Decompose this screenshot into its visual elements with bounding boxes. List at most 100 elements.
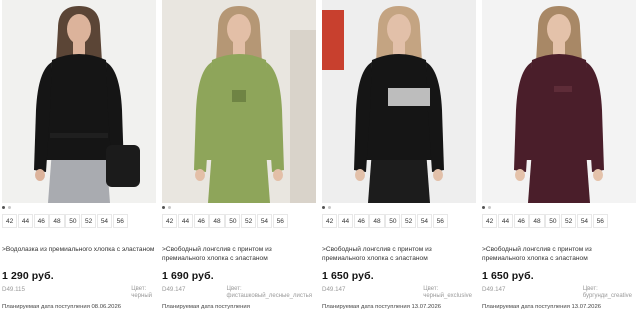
model-shirt: [526, 54, 592, 160]
product-title[interactable]: >Свободный лонгслив с принтом из премиал…: [162, 245, 316, 263]
size-option[interactable]: 54: [576, 214, 593, 228]
size-option[interactable]: 54: [256, 214, 273, 228]
shirt-print: [232, 90, 246, 102]
carousel-dot[interactable]: [488, 206, 491, 209]
size-option[interactable]: 42: [2, 214, 18, 228]
product-photo[interactable]: [2, 0, 156, 203]
size-option[interactable]: 46: [33, 214, 49, 228]
color-value: бургунди_creative: [582, 293, 632, 299]
arrival-date: Планируемая дата поступления: [162, 304, 250, 310]
carousel-dot[interactable]: [162, 206, 165, 209]
color-label: Цвет:: [582, 286, 598, 292]
model-photo-svg: [162, 0, 316, 203]
size-option[interactable]: 48: [369, 214, 385, 228]
product-meta: D49.147 Цвет: черный_exclusive: [322, 286, 476, 300]
shirt-print: [388, 88, 430, 106]
size-option[interactable]: 44: [177, 214, 194, 228]
size-option[interactable]: 42: [162, 214, 178, 228]
size-option[interactable]: 52: [400, 214, 417, 228]
product-color: Цвет: бургунди_creative: [583, 286, 632, 300]
carousel-dot[interactable]: [322, 206, 325, 209]
size-option[interactable]: 50: [385, 214, 401, 228]
carousel-dot[interactable]: [328, 206, 331, 209]
size-list: 42 44 46 48 50 52 54 56: [482, 214, 608, 228]
size-option[interactable]: 54: [96, 214, 113, 228]
size-option[interactable]: 48: [209, 214, 225, 228]
size-option[interactable]: 50: [65, 214, 81, 228]
product-card[interactable]: 42 44 46 48 50 52 54 56 >Свободный лонгс…: [322, 0, 476, 319]
product-photo[interactable]: [482, 0, 636, 203]
product-meta: D49.147 Цвет: фисташковый_лесные_листья: [162, 286, 316, 300]
size-option[interactable]: 42: [322, 214, 338, 228]
color-label: Цвет:: [226, 286, 242, 292]
model-photo-svg: [322, 0, 476, 203]
model-face: [227, 14, 251, 44]
belt: [50, 133, 108, 138]
product-photo[interactable]: [162, 0, 316, 203]
product-card[interactable]: 42 44 46 48 50 52 54 56 >Свободный лонгс…: [482, 0, 636, 319]
model-hand-left: [355, 169, 365, 181]
product-sku: D49.147: [322, 286, 346, 293]
model-hand-left: [515, 169, 525, 181]
product-color: Цвет: фисташковый_лесные_листья: [227, 286, 312, 300]
carousel-dots: [482, 206, 491, 210]
color-label: Цвет:: [131, 286, 147, 292]
size-option[interactable]: 52: [80, 214, 97, 228]
size-option[interactable]: 56: [272, 214, 288, 228]
size-option[interactable]: 42: [482, 214, 498, 228]
product-title[interactable]: >Свободный лонгслив с принтом из премиал…: [322, 245, 476, 263]
size-option[interactable]: 56: [112, 214, 128, 228]
product-sku: D49.147: [482, 286, 506, 293]
size-option[interactable]: 48: [49, 214, 65, 228]
product-meta: D49.115 Цвет: черный: [2, 286, 156, 300]
model-hand-right: [593, 169, 603, 181]
product-price: 1 690 руб.: [162, 270, 214, 282]
product-title[interactable]: >Водолазка из премиального хлопка с элас…: [2, 245, 156, 254]
model-hand-right: [433, 169, 443, 181]
product-photo[interactable]: [322, 0, 476, 203]
size-option[interactable]: 46: [193, 214, 209, 228]
product-title[interactable]: >Свободный лонгслив с принтом из премиал…: [482, 245, 636, 263]
product-color: Цвет: черный_exclusive: [423, 286, 472, 300]
size-option[interactable]: 46: [513, 214, 529, 228]
color-value: черный: [131, 293, 152, 299]
size-option[interactable]: 44: [337, 214, 354, 228]
product-color: Цвет: черный: [131, 286, 152, 300]
color-value: черный_exclusive: [423, 293, 472, 299]
size-option[interactable]: 50: [545, 214, 561, 228]
model-hand-right: [273, 169, 283, 181]
carousel-dots: [2, 206, 11, 210]
carousel-dot[interactable]: [2, 206, 5, 209]
size-option[interactable]: 50: [225, 214, 241, 228]
model-face: [67, 14, 91, 44]
size-option[interactable]: 52: [560, 214, 577, 228]
size-option[interactable]: 56: [592, 214, 608, 228]
model-face: [547, 14, 571, 44]
arrival-date: Планируемая дата поступления 13.07.2026: [482, 304, 602, 310]
size-option[interactable]: 48: [529, 214, 545, 228]
product-price: 1 650 руб.: [322, 270, 374, 282]
model-photo-svg: [482, 0, 636, 203]
carousel-dot[interactable]: [482, 206, 485, 209]
size-list: 42 44 46 48 50 52 54 56: [322, 214, 448, 228]
color-label: Цвет:: [423, 286, 439, 292]
shirt-print: [554, 86, 572, 92]
carousel-dots: [322, 206, 331, 210]
carousel-dot[interactable]: [168, 206, 171, 209]
size-option[interactable]: 44: [17, 214, 34, 228]
red-backdrop-shape: [322, 10, 344, 70]
carousel-dot[interactable]: [8, 206, 11, 209]
product-card[interactable]: 42 44 46 48 50 52 54 56 >Водолазка из пр…: [2, 0, 156, 319]
model-hand-left: [35, 169, 45, 181]
size-option[interactable]: 44: [497, 214, 514, 228]
handbag: [106, 145, 140, 187]
model-shirt: [366, 54, 432, 160]
size-option[interactable]: 54: [416, 214, 433, 228]
size-option[interactable]: 46: [353, 214, 369, 228]
model-photo-svg: [2, 0, 156, 203]
product-card[interactable]: 42 44 46 48 50 52 54 56 >Свободный лонгс…: [162, 0, 316, 319]
size-option[interactable]: 56: [432, 214, 448, 228]
product-sku: D49.115: [2, 286, 25, 293]
product-price: 1 650 руб.: [482, 270, 534, 282]
size-option[interactable]: 52: [240, 214, 257, 228]
